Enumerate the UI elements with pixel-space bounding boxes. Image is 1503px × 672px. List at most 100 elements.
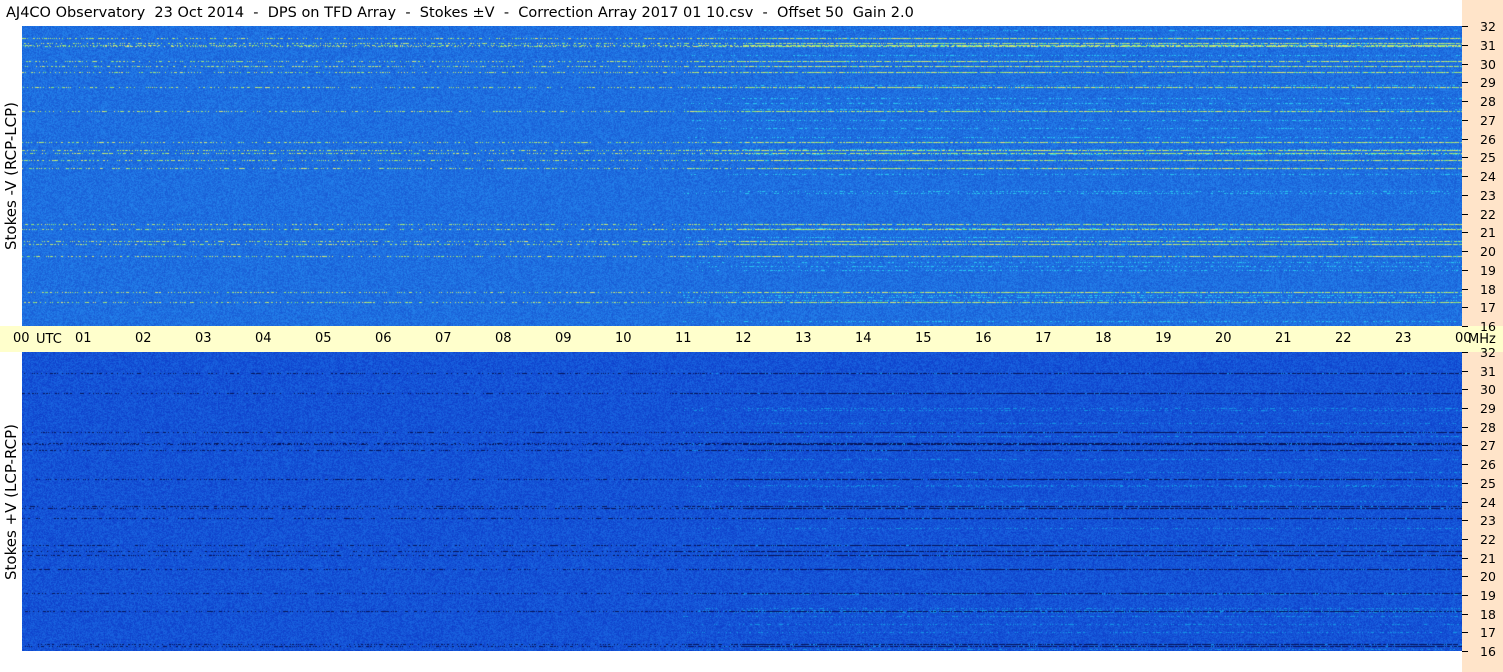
time-tick-label: 05 xyxy=(315,331,332,346)
frequency-tick-mark xyxy=(1462,119,1468,121)
frequency-tick-mark xyxy=(1462,307,1468,309)
frequency-tick-mark xyxy=(1462,232,1468,234)
frequency-tick-label: 23 xyxy=(1480,513,1496,529)
time-tick-label: 09 xyxy=(555,331,572,346)
frequency-tick-mark xyxy=(1462,408,1468,410)
frequency-tick-mark xyxy=(1462,445,1468,447)
frequency-tick-label: 19 xyxy=(1480,587,1496,603)
spectrogram-stokes-plus-v xyxy=(22,352,1462,651)
frequency-tick-label: 30 xyxy=(1480,382,1496,398)
frequency-tick-label: 18 xyxy=(1480,606,1496,622)
frequency-tick-label: 20 xyxy=(1480,244,1496,259)
frequency-tick-label: 26 xyxy=(1480,131,1496,147)
frequency-tick-mark xyxy=(1462,269,1468,271)
time-axis xyxy=(0,326,1462,352)
frequency-tick-label: 20 xyxy=(1480,569,1496,585)
frequency-tick-label: 21 xyxy=(1480,550,1496,566)
time-tick-label: 13 xyxy=(795,331,812,346)
frequency-tick-mark xyxy=(1462,26,1468,27)
time-tick-label: 15 xyxy=(915,331,932,346)
frequency-tick-label: 18 xyxy=(1480,281,1496,297)
time-tick-label: 21 xyxy=(1275,331,1292,346)
time-tick-label: 20 xyxy=(1215,331,1232,346)
frequency-tick-mark xyxy=(1462,352,1468,353)
frequency-tick-mark xyxy=(1462,389,1468,391)
time-tick-label: 01 xyxy=(75,331,92,346)
frequency-tick-label: 17 xyxy=(1480,625,1496,641)
time-tick-label: 08 xyxy=(495,331,512,346)
frequency-tick-mark xyxy=(1462,101,1468,102)
frequency-tick-label: 21 xyxy=(1480,225,1496,241)
time-unit-label: UTC xyxy=(36,332,62,347)
frequency-tick-mark xyxy=(1462,557,1468,559)
frequency-tick-label: 27 xyxy=(1480,112,1496,128)
time-tick-label: 00 xyxy=(1455,331,1472,346)
y-label-stokes-plus-v: Stokes +V (LCP-RCP) xyxy=(2,424,20,580)
time-tick-label: 18 xyxy=(1095,331,1112,346)
time-tick-label: 10 xyxy=(615,331,632,346)
time-tick-label: 07 xyxy=(435,331,452,346)
frequency-tick-label: 23 xyxy=(1480,187,1496,203)
frequency-axis-bottom xyxy=(1462,352,1503,672)
time-tick-label: 19 xyxy=(1155,331,1172,346)
frequency-tick-label: 27 xyxy=(1480,438,1496,454)
frequency-tick-mark xyxy=(1462,576,1468,578)
frequency-tick-mark xyxy=(1462,651,1468,652)
frequency-tick-label: 19 xyxy=(1480,262,1496,278)
frequency-tick-mark xyxy=(1462,594,1468,596)
frequency-tick-label: 32 xyxy=(1480,345,1496,360)
time-tick-label: 06 xyxy=(375,331,392,346)
frequency-tick-mark xyxy=(1462,613,1468,615)
frequency-tick-mark xyxy=(1462,501,1468,503)
frequency-tick-label: 24 xyxy=(1480,494,1496,510)
frequency-tick-mark xyxy=(1462,482,1468,484)
frequency-tick-mark xyxy=(1462,538,1468,540)
frequency-tick-label: 25 xyxy=(1480,475,1496,491)
frequency-tick-mark xyxy=(1462,288,1468,290)
frequency-tick-mark xyxy=(1462,251,1468,252)
frequency-tick-label: 31 xyxy=(1480,363,1496,379)
frequency-tick-mark xyxy=(1462,194,1468,196)
frequency-tick-label: 16 xyxy=(1480,644,1496,659)
time-tick-label: 00 xyxy=(13,331,30,346)
frequency-tick-label: 17 xyxy=(1480,300,1496,316)
frequency-tick-mark xyxy=(1462,426,1468,428)
frequency-tick-mark xyxy=(1462,82,1468,84)
frequency-tick-label: 32 xyxy=(1480,19,1496,34)
time-tick-label: 12 xyxy=(735,331,752,346)
time-tick-label: 11 xyxy=(675,331,692,346)
y-label-stokes-minus-v: Stokes -V (RCP-LCP) xyxy=(2,102,20,250)
time-tick-label: 17 xyxy=(1035,331,1052,346)
frequency-tick-label: 28 xyxy=(1480,419,1496,435)
frequency-tick-label: 16 xyxy=(1480,319,1496,334)
chart-title: AJ4CO Observatory 23 Oct 2014 - DPS on T… xyxy=(6,5,914,21)
frequency-tick-label: 22 xyxy=(1480,531,1496,547)
frequency-tick-mark xyxy=(1462,326,1468,327)
frequency-tick-label: 29 xyxy=(1480,401,1496,417)
frequency-tick-label: 24 xyxy=(1480,169,1496,184)
frequency-tick-mark xyxy=(1462,157,1468,159)
frequency-tick-mark xyxy=(1462,520,1468,522)
frequency-tick-mark xyxy=(1462,63,1468,65)
frequency-tick-mark xyxy=(1462,138,1468,140)
frequency-tick-label: 26 xyxy=(1480,457,1496,473)
time-tick-label: 04 xyxy=(255,331,272,346)
time-tick-label: 16 xyxy=(975,331,992,346)
time-tick-label: 03 xyxy=(195,331,212,346)
frequency-tick-mark xyxy=(1462,632,1468,634)
time-tick-label: 02 xyxy=(135,331,152,346)
frequency-tick-label: 29 xyxy=(1480,75,1496,91)
frequency-tick-label: 25 xyxy=(1480,150,1496,166)
frequency-tick-mark xyxy=(1462,370,1468,372)
frequency-tick-mark xyxy=(1462,44,1468,46)
frequency-tick-label: 22 xyxy=(1480,206,1496,222)
spectrogram-stokes-minus-v xyxy=(22,26,1462,326)
time-tick-label: 23 xyxy=(1395,331,1412,346)
frequency-tick-label: 30 xyxy=(1480,56,1496,72)
frequency-tick-label: 28 xyxy=(1480,94,1496,109)
time-tick-label: 22 xyxy=(1335,331,1352,346)
frequency-tick-mark xyxy=(1462,213,1468,215)
time-tick-label: 14 xyxy=(855,331,872,346)
frequency-tick-mark xyxy=(1462,176,1468,177)
frequency-tick-label: 31 xyxy=(1480,37,1496,53)
